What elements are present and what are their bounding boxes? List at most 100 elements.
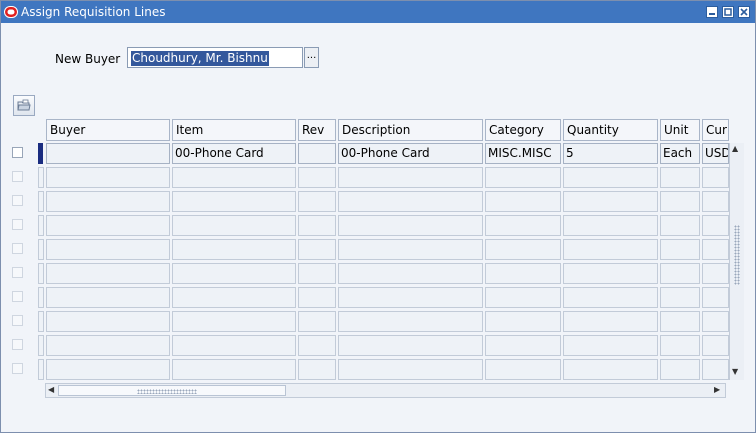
- cell-buyer[interactable]: [46, 167, 170, 188]
- cell-quantity[interactable]: [563, 167, 658, 188]
- cell-buyer[interactable]: [46, 263, 170, 284]
- maximize-button[interactable]: [722, 6, 734, 18]
- record-indicator[interactable]: [38, 191, 44, 212]
- cell-cur[interactable]: [702, 311, 729, 332]
- cell-category[interactable]: [485, 167, 561, 188]
- row-select-checkbox[interactable]: [12, 315, 23, 326]
- cell-rev[interactable]: [298, 359, 336, 380]
- cell-unit[interactable]: [660, 287, 700, 308]
- row-select-checkbox[interactable]: [12, 147, 23, 158]
- cell-item[interactable]: [172, 167, 296, 188]
- cell-description[interactable]: [338, 263, 483, 284]
- cell-quantity[interactable]: [563, 191, 658, 212]
- cell-buyer[interactable]: [46, 239, 170, 260]
- title-bar[interactable]: Assign Requisition Lines: [1, 1, 755, 23]
- cell-item[interactable]: [172, 359, 296, 380]
- row-select-checkbox[interactable]: [12, 267, 23, 278]
- cell-rev[interactable]: [298, 167, 336, 188]
- cell-item[interactable]: [172, 335, 296, 356]
- cell-buyer[interactable]: [46, 335, 170, 356]
- cell-rev[interactable]: [298, 143, 336, 164]
- cell-description[interactable]: [338, 359, 483, 380]
- cell-description[interactable]: [338, 167, 483, 188]
- cell-item[interactable]: 00-Phone Card: [172, 143, 296, 164]
- cell-description[interactable]: [338, 215, 483, 236]
- cell-category[interactable]: MISC.MISC: [485, 143, 561, 164]
- row-select-checkbox[interactable]: [12, 219, 23, 230]
- column-header-quantity[interactable]: Quantity: [563, 119, 658, 141]
- cell-cur[interactable]: [702, 191, 729, 212]
- cell-category[interactable]: [485, 311, 561, 332]
- cell-quantity[interactable]: [563, 287, 658, 308]
- cell-quantity[interactable]: [563, 359, 658, 380]
- cell-category[interactable]: [485, 239, 561, 260]
- cell-category[interactable]: [485, 263, 561, 284]
- cell-cur[interactable]: [702, 335, 729, 356]
- record-indicator[interactable]: [38, 263, 44, 284]
- cell-category[interactable]: [485, 335, 561, 356]
- cell-unit[interactable]: [660, 215, 700, 236]
- cell-quantity[interactable]: [563, 263, 658, 284]
- cell-item[interactable]: [172, 239, 296, 260]
- current-record-indicator[interactable]: [38, 143, 43, 164]
- cell-quantity[interactable]: [563, 215, 658, 236]
- cell-unit[interactable]: [660, 239, 700, 260]
- cell-item[interactable]: [172, 287, 296, 308]
- scroll-right-arrow-icon[interactable]: ▶: [714, 385, 720, 394]
- cell-unit[interactable]: [660, 263, 700, 284]
- cell-buyer[interactable]: [46, 311, 170, 332]
- cell-category[interactable]: [485, 191, 561, 212]
- column-header-cur[interactable]: Cur: [702, 119, 729, 141]
- cell-category[interactable]: [485, 287, 561, 308]
- cell-item[interactable]: [172, 191, 296, 212]
- horizontal-scroll-thumb[interactable]: [58, 385, 286, 396]
- cell-buyer[interactable]: [46, 191, 170, 212]
- cell-cur[interactable]: [702, 359, 729, 380]
- column-header-rev[interactable]: Rev: [298, 119, 336, 141]
- cell-description[interactable]: [338, 311, 483, 332]
- column-header-category[interactable]: Category: [485, 119, 561, 141]
- column-header-item[interactable]: Item: [172, 119, 296, 141]
- cell-rev[interactable]: [298, 215, 336, 236]
- cell-rev[interactable]: [298, 311, 336, 332]
- cell-unit[interactable]: [660, 335, 700, 356]
- row-select-checkbox[interactable]: [12, 291, 23, 302]
- cell-unit[interactable]: [660, 359, 700, 380]
- record-indicator[interactable]: [38, 287, 44, 308]
- cell-cur[interactable]: USD: [702, 143, 729, 164]
- cell-buyer[interactable]: [46, 143, 170, 164]
- cell-item[interactable]: [172, 263, 296, 284]
- folder-tools-button[interactable]: [13, 95, 35, 116]
- row-select-checkbox[interactable]: [12, 171, 23, 182]
- new-buyer-lov-button[interactable]: ...: [304, 47, 319, 68]
- cell-item[interactable]: [172, 215, 296, 236]
- new-buyer-field[interactable]: Choudhury, Mr. Bishnu: [127, 47, 303, 68]
- cell-rev[interactable]: [298, 239, 336, 260]
- row-select-checkbox[interactable]: [12, 243, 23, 254]
- row-select-checkbox[interactable]: [12, 195, 23, 206]
- cell-item[interactable]: [172, 311, 296, 332]
- row-select-checkbox[interactable]: [12, 363, 23, 374]
- cell-buyer[interactable]: [46, 359, 170, 380]
- record-indicator[interactable]: [38, 215, 44, 236]
- cell-rev[interactable]: [298, 263, 336, 284]
- cell-quantity[interactable]: 5: [563, 143, 658, 164]
- cell-category[interactable]: [485, 359, 561, 380]
- cell-rev[interactable]: [298, 191, 336, 212]
- cell-cur[interactable]: [702, 167, 729, 188]
- cell-cur[interactable]: [702, 239, 729, 260]
- cell-description[interactable]: [338, 335, 483, 356]
- cell-cur[interactable]: [702, 263, 729, 284]
- scroll-down-arrow-icon[interactable]: ▼: [732, 367, 738, 376]
- cell-quantity[interactable]: [563, 239, 658, 260]
- scroll-left-arrow-icon[interactable]: ◀: [48, 385, 54, 394]
- minimize-button[interactable]: [706, 6, 718, 18]
- record-indicator[interactable]: [38, 359, 44, 380]
- column-header-unit[interactable]: Unit: [660, 119, 700, 141]
- record-indicator[interactable]: [38, 167, 44, 188]
- cell-description[interactable]: [338, 191, 483, 212]
- record-indicator[interactable]: [38, 311, 44, 332]
- cell-unit[interactable]: [660, 191, 700, 212]
- cell-description[interactable]: [338, 287, 483, 308]
- cell-cur[interactable]: [702, 287, 729, 308]
